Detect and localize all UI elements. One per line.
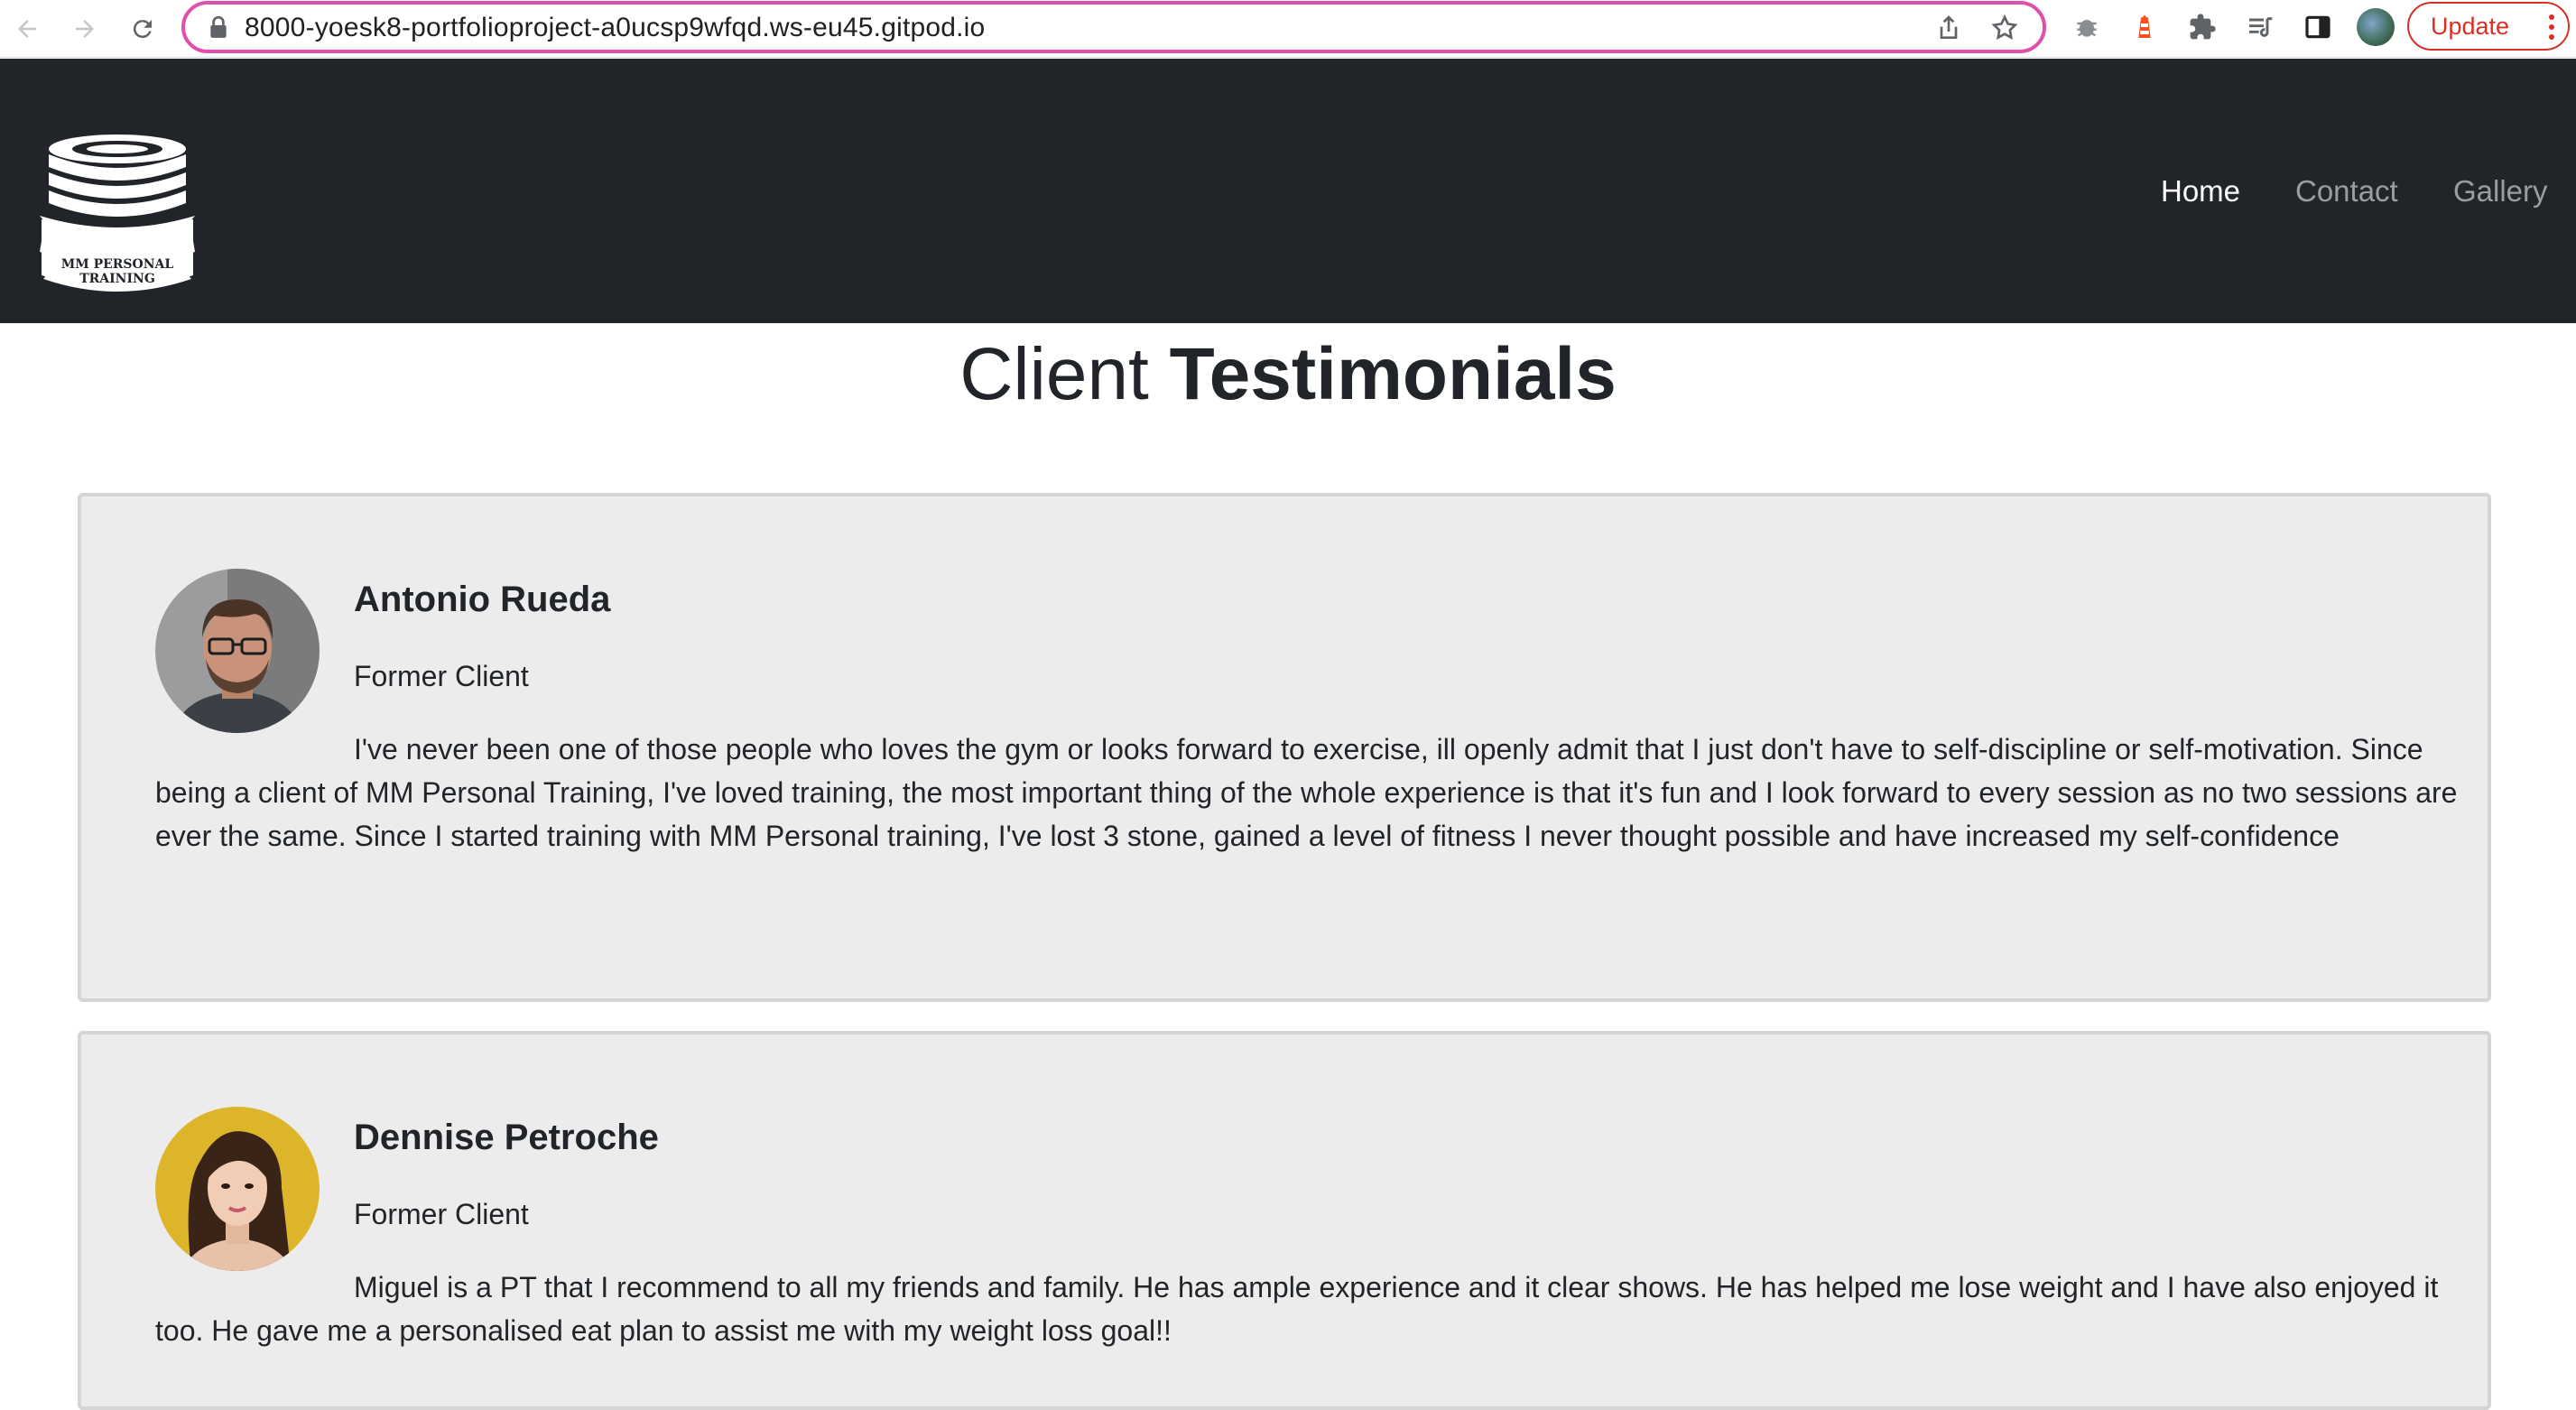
client-role: Former Client [354, 1198, 529, 1230]
client-photo-antonio [155, 569, 320, 733]
puzzle-extensions-icon[interactable] [2184, 9, 2220, 45]
weight-plate-logo-icon: MM PERSONAL TRAINING [40, 135, 195, 292]
forward-button[interactable] [65, 9, 105, 49]
reload-icon [133, 20, 152, 39]
reading-list-icon[interactable] [2242, 9, 2278, 45]
client-name: Antonio Rueda [354, 580, 611, 619]
side-panel-icon[interactable] [2300, 9, 2336, 45]
lighthouse-extension-icon[interactable] [2127, 9, 2163, 45]
logo-text-2: TRAINING [79, 272, 155, 286]
nav-link-contact[interactable]: Contact [2295, 174, 2398, 209]
bug-extension-icon[interactable] [2069, 9, 2105, 45]
woman-portrait-icon [155, 1107, 320, 1271]
title-bold: Testimonials [1169, 333, 1617, 415]
update-label: Update [2431, 12, 2510, 40]
site-navbar: MM PERSONAL TRAINING Home Contact Galler… [0, 59, 2576, 323]
profile-avatar[interactable] [2357, 8, 2395, 46]
testimonial-card: Dennise Petroche Former Client Miguel is… [78, 1031, 2491, 1410]
arrow-left-icon [18, 20, 36, 38]
testimonial-card: Antonio Rueda Former Client I've never b… [78, 493, 2491, 1002]
client-role: Former Client [354, 660, 529, 692]
arrow-right-icon [76, 20, 94, 38]
testimonial-quote: I've never been one of those people who … [155, 733, 2458, 852]
share-icon[interactable] [1934, 14, 1963, 42]
browser-toolbar: 8000-yoesk8-portfolioproject-a0ucsp9wfqd… [0, 0, 2576, 58]
bookmark-star-icon[interactable] [1990, 14, 2019, 42]
man-portrait-icon [155, 569, 320, 733]
lock-icon [210, 15, 227, 38]
update-button[interactable]: Update [2407, 2, 2570, 51]
nav-link-home[interactable]: Home [2161, 174, 2240, 209]
reload-button[interactable] [123, 9, 162, 49]
site-logo[interactable]: MM PERSONAL TRAINING [40, 133, 195, 304]
client-photo-dennise [155, 1107, 320, 1271]
url-text: 8000-yoesk8-portfolioproject-a0ucsp9wfqd… [245, 13, 986, 42]
title-light: Client [959, 333, 1149, 415]
logo-text: MM PERSONAL [61, 257, 174, 272]
page-title: Client Testimonials [0, 332, 2576, 417]
testimonial-quote: Miguel is a PT that I recommend to all m… [155, 1271, 2439, 1347]
client-name: Dennise Petroche [354, 1118, 659, 1157]
address-bar[interactable]: 8000-yoesk8-portfolioproject-a0ucsp9wfqd… [181, 1, 2046, 53]
nav-link-gallery[interactable]: Gallery [2453, 174, 2548, 209]
more-vert-icon [2549, 14, 2554, 40]
back-button[interactable] [7, 9, 47, 49]
